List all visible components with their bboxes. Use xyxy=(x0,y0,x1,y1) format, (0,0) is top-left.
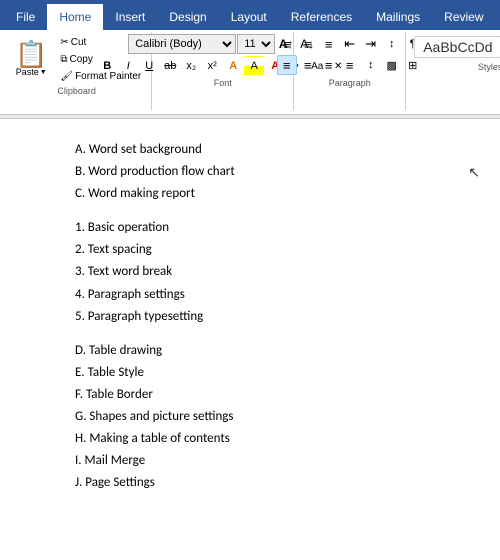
font-family-select[interactable]: Calibri (Body) xyxy=(128,34,236,54)
para-row2: ≡ ≡ ≡ ≡ ↕ ▩ ⊞ xyxy=(277,55,423,75)
line-1: 1. Basic operation xyxy=(75,217,425,239)
shading-button[interactable]: ▩ xyxy=(382,55,402,75)
decrease-indent-button[interactable]: ⇤ xyxy=(340,34,360,54)
justify-button[interactable]: ≡ xyxy=(340,55,360,75)
line-5: 5. Paragraph typesetting xyxy=(75,306,425,328)
align-right-button[interactable]: ≡ xyxy=(319,55,339,75)
sort-button[interactable]: ↕ xyxy=(382,34,402,54)
font-group-label: Font xyxy=(214,78,232,88)
paste-label: Paste ▼ xyxy=(16,67,47,77)
copy-icon: ⧉ xyxy=(60,54,67,65)
line-spacing-button[interactable]: ↕ xyxy=(361,55,381,75)
increase-indent-button[interactable]: ⇥ xyxy=(361,34,381,54)
text-highlight-button[interactable]: A xyxy=(244,56,264,76)
strikethrough-button[interactable]: ab xyxy=(160,56,180,76)
document-content: A. Word set background B. Word productio… xyxy=(0,119,500,549)
tab-layout[interactable]: Layout xyxy=(219,4,279,30)
format-painter-icon: 🖌 xyxy=(60,71,73,82)
line-c: C. Word making report xyxy=(75,183,425,205)
paragraph-group: ≡ ≡ ≡ ⇤ ⇥ ↕ ¶ ≡ ≡ ≡ ≡ ↕ ▩ ⊞ Paragraph xyxy=(296,32,406,110)
tab-insert[interactable]: Insert xyxy=(103,4,157,30)
ribbon-body: 📋 Paste ▼ ✂ Cut ⧉ Copy 🖌 Format Painter xyxy=(0,30,500,115)
tab-home[interactable]: Home xyxy=(47,4,103,30)
line-f: F. Table Border xyxy=(75,384,425,406)
numbering-button[interactable]: ≡ xyxy=(298,34,318,54)
italic-button[interactable]: I xyxy=(118,56,138,76)
line-i: I. Mail Merge xyxy=(75,450,425,472)
paragraph-group-label: Paragraph xyxy=(329,78,371,88)
ribbon-tabs: File Home Insert Design Layout Reference… xyxy=(0,0,500,30)
text-effects-button[interactable]: A xyxy=(223,56,243,76)
align-center-button[interactable]: ≡ xyxy=(298,55,318,75)
cut-icon: ✂ xyxy=(60,37,68,48)
style-aabbcc[interactable]: AaBbCcDd xyxy=(414,36,500,58)
tab-file[interactable]: File xyxy=(4,4,47,30)
tab-mailings[interactable]: Mailings xyxy=(364,4,432,30)
styles-group: AaBbCcDd 1 Normal Styles xyxy=(408,32,500,110)
multilevel-button[interactable]: ≡ xyxy=(319,34,339,54)
tab-references[interactable]: References xyxy=(279,4,364,30)
align-left-button[interactable]: ≡ xyxy=(277,55,297,75)
line-g: G. Shapes and picture settings xyxy=(75,406,425,428)
paste-button[interactable]: 📋 Paste ▼ xyxy=(8,38,54,80)
paste-icon: 📋 xyxy=(15,41,47,67)
superscript-button[interactable]: x² xyxy=(202,56,222,76)
font-group: Calibri (Body) 11 A↑ A↓ B I U ab x₂ x² A… xyxy=(154,32,294,110)
line-a: A. Word set background xyxy=(75,139,425,161)
line-3: 3. Text word break xyxy=(75,261,425,283)
line-4: 4. Paragraph settings xyxy=(75,284,425,306)
spacer-2 xyxy=(75,328,425,340)
line-2: 2. Text spacing xyxy=(75,239,425,261)
line-h: H. Making a table of contents xyxy=(75,428,425,450)
spacer-1 xyxy=(75,205,425,217)
underline-button[interactable]: U xyxy=(139,56,159,76)
clipboard-label: Clipboard xyxy=(57,86,96,96)
style-heading-preview: AaBbCcDd xyxy=(423,39,492,55)
styles-group-label: Styles xyxy=(478,62,500,72)
line-e: E. Table Style xyxy=(75,362,425,384)
line-j: J. Page Settings xyxy=(75,472,425,494)
para-row1: ≡ ≡ ≡ ⇤ ⇥ ↕ ¶ xyxy=(277,34,423,54)
tab-design[interactable]: Design xyxy=(157,4,218,30)
line-b: B. Word production flow chart xyxy=(75,161,425,183)
line-d: D. Table drawing xyxy=(75,340,425,362)
bullets-button[interactable]: ≡ xyxy=(277,34,297,54)
bold-button[interactable]: B xyxy=(97,56,117,76)
font-size-select[interactable]: 11 xyxy=(237,34,275,54)
ribbon: File Home Insert Design Layout Reference… xyxy=(0,0,500,30)
subscript-button[interactable]: x₂ xyxy=(181,56,201,76)
tab-review[interactable]: Review xyxy=(432,4,495,30)
styles-row: AaBbCcDd 1 Normal xyxy=(412,34,500,60)
cursor-icon: ↖ xyxy=(468,164,480,181)
